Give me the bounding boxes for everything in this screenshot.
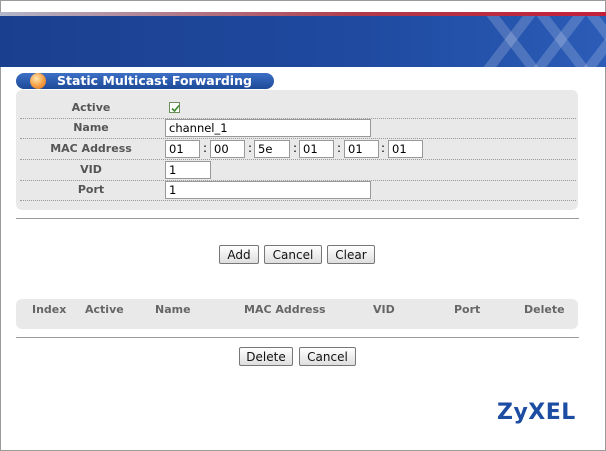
port-label: Port: [77, 183, 105, 196]
header-banner: [0, 12, 606, 67]
mac-octet-5-input[interactable]: [344, 140, 379, 158]
mac-octet-3-input[interactable]: [254, 140, 290, 158]
row-port: Port: [20, 180, 576, 201]
column-delete: Delete: [524, 303, 565, 316]
column-port: Port: [454, 303, 481, 316]
banner-accent-line: [0, 12, 606, 16]
window-frame: [0, 0, 606, 451]
name-value: [165, 118, 576, 138]
divider: [16, 337, 579, 338]
port-value: [165, 180, 576, 200]
section-title: Static Multicast Forwarding: [57, 73, 252, 88]
column-index: Index: [32, 303, 67, 316]
zyxel-logo: ZyXEL: [497, 400, 576, 425]
mac-octet-1-input[interactable]: [165, 140, 200, 158]
orange-ball-icon: [30, 73, 46, 89]
column-name: Name: [155, 303, 191, 316]
banner-decoration-icon: [483, 12, 606, 67]
row-active: Active: [20, 98, 576, 119]
row-vid: VID: [20, 160, 576, 181]
name-label: Name: [73, 121, 109, 134]
mac-separator: :: [337, 141, 342, 155]
column-mac-address: MAC Address: [244, 303, 326, 316]
checkmark-icon: [171, 104, 180, 113]
active-label: Active: [71, 101, 111, 114]
name-input[interactable]: [165, 119, 371, 137]
mac-octet-2-input[interactable]: [210, 140, 245, 158]
vid-label: VID: [80, 163, 102, 176]
table-header: Index Active Name MAC Address VID Port D…: [16, 299, 578, 329]
cancel-button[interactable]: Cancel: [264, 245, 322, 264]
mac-separator: :: [381, 141, 386, 155]
mac-value: : : : : :: [165, 139, 576, 159]
port-input[interactable]: [165, 181, 371, 199]
mac-separator: :: [203, 141, 208, 155]
active-checkbox[interactable]: [169, 102, 180, 113]
delete-button[interactable]: Delete: [239, 347, 293, 366]
clear-button[interactable]: Clear: [327, 245, 375, 264]
mac-octet-6-input[interactable]: [388, 140, 423, 158]
mac-address-label: MAC Address: [50, 142, 132, 155]
vid-input[interactable]: [165, 161, 211, 179]
row-mac: MAC Address : : : : :: [20, 139, 576, 160]
column-active: Active: [85, 303, 124, 316]
column-vid: VID: [373, 303, 395, 316]
mac-octet-4-input[interactable]: [299, 140, 334, 158]
section-title-bar: Static Multicast Forwarding: [16, 73, 274, 89]
vid-value: [165, 160, 576, 180]
mac-separator: :: [293, 141, 298, 155]
row-name: Name: [20, 118, 576, 139]
add-button[interactable]: Add: [219, 245, 259, 264]
mac-separator: :: [248, 141, 253, 155]
table-cancel-button[interactable]: Cancel: [299, 347, 356, 366]
divider: [16, 218, 579, 219]
active-value: [165, 98, 576, 118]
